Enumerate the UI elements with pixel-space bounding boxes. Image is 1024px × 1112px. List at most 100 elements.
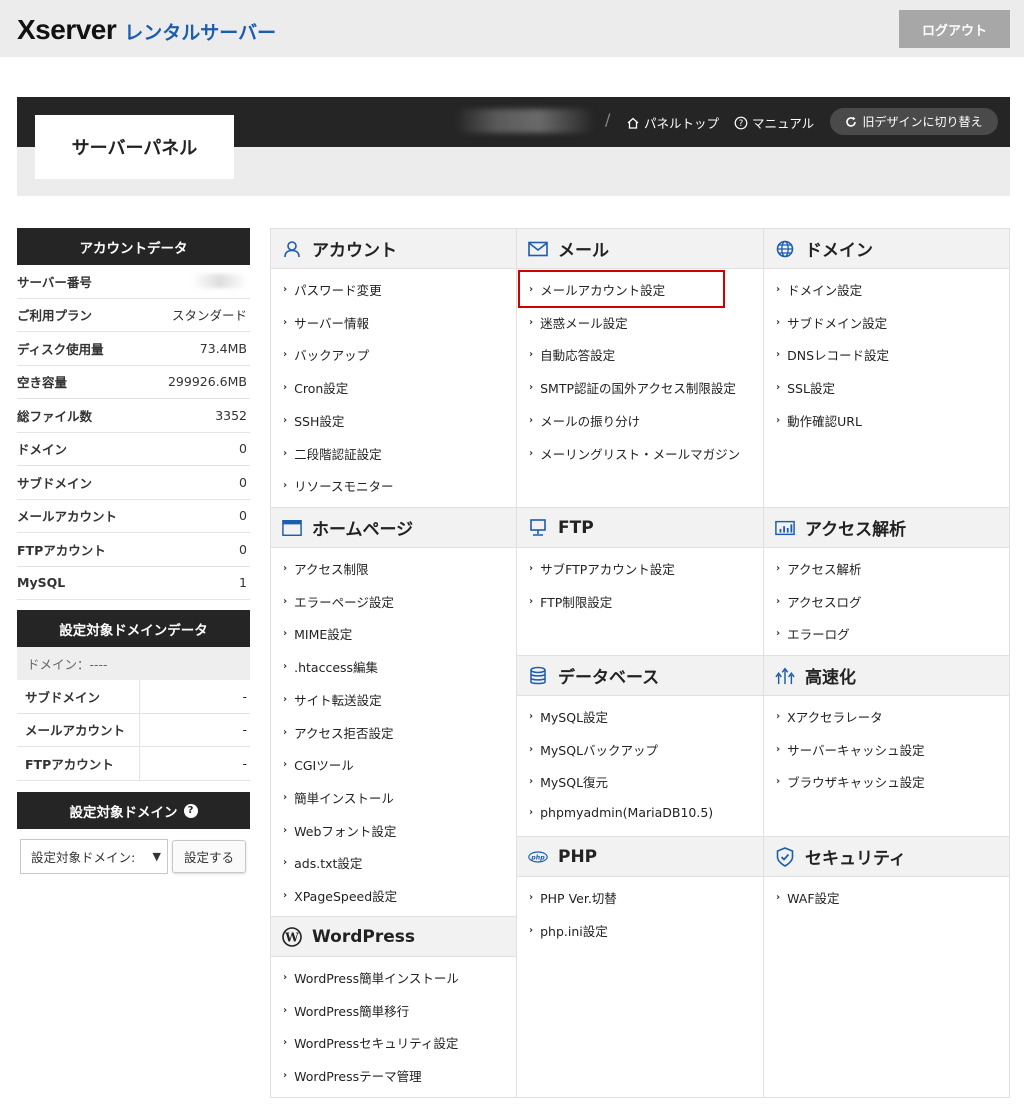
menu-link[interactable]: › SMTP認証の国外アクセス制限設定 xyxy=(529,378,736,397)
menu-link-label: Webフォント設定 xyxy=(294,823,397,839)
menu-link[interactable]: › DNSレコード設定 xyxy=(776,345,889,364)
menu-link[interactable]: › Webフォント設定 xyxy=(283,821,396,840)
menu-link[interactable]: › サーバー情報 xyxy=(283,313,369,332)
section-title-security: セキュリティ xyxy=(805,849,906,869)
menu-link[interactable]: › Cron設定 xyxy=(283,378,348,397)
menu-link[interactable]: › WordPress簡単移行 xyxy=(283,1001,409,1020)
target-domain-select[interactable]: 設定対象ドメイン: ▼ xyxy=(20,839,168,874)
section-header-speed: 高速化 xyxy=(764,656,1009,696)
user-icon xyxy=(282,239,302,259)
menu-link[interactable]: › WordPressセキュリティ設定 xyxy=(283,1033,458,1052)
menu-link[interactable]: › MySQL設定 xyxy=(529,707,608,726)
chevron-right-icon: › xyxy=(776,316,781,328)
menu-link[interactable]: › php.ini設定 xyxy=(529,921,608,940)
account-data-row: FTPアカウント 0 xyxy=(17,533,250,567)
domain-data-value: - xyxy=(139,747,250,780)
account-data-key: MySQL xyxy=(17,575,66,591)
menu-link[interactable]: › SSL設定 xyxy=(776,378,835,397)
chevron-right-icon: › xyxy=(776,563,781,574)
logo-main-text: Xserver xyxy=(17,14,117,45)
logout-button[interactable]: ログアウト xyxy=(899,10,1010,48)
menu-link[interactable]: › 簡単インストール xyxy=(283,788,394,807)
menu-link[interactable]: › SSH設定 xyxy=(283,411,344,430)
menu-link[interactable]: › Xアクセラレータ xyxy=(776,707,883,726)
menu-link[interactable]: › アクセスログ xyxy=(776,592,862,611)
menu-link[interactable]: › CGIツール xyxy=(283,755,354,774)
menu-link[interactable]: › .htaccess編集 xyxy=(283,657,378,676)
menu-link[interactable]: › サブドメイン設定 xyxy=(776,313,887,332)
question-circle-icon: ? xyxy=(734,116,748,129)
menu-link[interactable]: › XPageSpeed設定 xyxy=(283,886,397,905)
domain-data-row: メールアカウント - xyxy=(17,713,250,747)
menu-link[interactable]: › phpmyadmin(MariaDB10.5) xyxy=(529,805,713,820)
menu-link[interactable]: › バックアップ xyxy=(283,345,369,364)
help-icon[interactable]: ? xyxy=(183,803,198,818)
menu-link[interactable]: › ブラウザキャッシュ設定 xyxy=(776,772,925,791)
menu-link-label: ads.txt設定 xyxy=(294,856,363,872)
menu-link[interactable]: › WordPressテーマ管理 xyxy=(283,1066,422,1085)
menu-link-label: メールの振り分け xyxy=(540,413,641,429)
set-domain-button[interactable]: 設定する xyxy=(172,840,246,873)
menu-link-label: サーバーキャッシュ設定 xyxy=(787,742,925,758)
menu-link[interactable]: › アクセス解析 xyxy=(776,559,862,578)
menu-link[interactable]: › PHP Ver.切替 xyxy=(529,888,617,907)
menu-link[interactable]: › 自動応答設定 xyxy=(529,345,615,364)
menu-link[interactable]: › アクセス制限 xyxy=(283,559,369,578)
account-data-row: サブドメイン 0 xyxy=(17,466,250,500)
menu-link[interactable]: › メールの振り分け xyxy=(529,411,640,430)
menu-link-label: FTP制限設定 xyxy=(540,594,613,610)
menu-link[interactable]: › 迷惑メール設定 xyxy=(529,313,628,332)
section-title-analytics: アクセス解析 xyxy=(805,520,907,540)
chevron-down-icon: ▼ xyxy=(152,850,161,863)
section-title-php: PHP xyxy=(558,846,598,867)
menu-link[interactable]: › エラーページ設定 xyxy=(283,592,394,611)
menu-link[interactable]: › FTP制限設定 xyxy=(529,592,612,611)
menu-link[interactable]: › 動作確認URL xyxy=(776,411,862,430)
chevron-right-icon: › xyxy=(283,480,288,492)
menu-link[interactable]: › エラーログ xyxy=(776,624,850,643)
menu-link-label: エラーページ設定 xyxy=(294,594,394,610)
chevron-right-icon: › xyxy=(283,563,288,574)
menu-link-label: ドメイン設定 xyxy=(787,283,863,298)
chevron-right-icon: › xyxy=(283,1037,288,1049)
menu-link[interactable]: › サブFTPアカウント設定 xyxy=(529,559,675,578)
highlight-box xyxy=(518,270,725,308)
menu-link[interactable]: › パスワード変更 xyxy=(283,280,382,299)
xserver-logo[interactable]: Xserver レンタルサーバー xyxy=(17,14,276,46)
menu-link[interactable]: › アクセス拒否設定 xyxy=(283,723,394,742)
menu-link-label: MIME設定 xyxy=(294,627,353,643)
manual-link[interactable]: ? マニュアル xyxy=(734,113,814,132)
menu-link[interactable]: › サイト転送設定 xyxy=(283,690,382,709)
menu-link[interactable]: › MySQL復元 xyxy=(529,772,608,791)
section-header-php: php PHP xyxy=(517,837,763,877)
menu-link[interactable]: › MIME設定 xyxy=(283,624,352,643)
chevron-right-icon: › xyxy=(776,776,781,788)
account-data-key: FTPアカウント xyxy=(17,542,106,558)
domain-data-value: - xyxy=(139,713,250,746)
wordpress-icon: W xyxy=(282,926,302,947)
menu-link[interactable]: › WordPress簡単インストール xyxy=(283,968,459,987)
menu-link[interactable]: › メーリングリスト・メールマガジン xyxy=(529,444,740,463)
svg-text:?: ? xyxy=(739,119,744,129)
menu-link[interactable]: › サーバーキャッシュ設定 xyxy=(776,740,925,759)
menu-link-label: XPageSpeed設定 xyxy=(294,889,398,904)
menu-link-label: 迷惑メール設定 xyxy=(540,315,628,331)
target-domain-title: 設定対象ドメイン xyxy=(69,804,178,821)
menu-link[interactable]: › WAF設定 xyxy=(776,888,840,907)
menu-link[interactable]: › 二段階認証設定 xyxy=(283,444,382,463)
svg-text:php: php xyxy=(530,854,545,861)
menu-link[interactable]: › ドメイン設定 xyxy=(776,280,862,299)
chevron-right-icon: › xyxy=(529,414,534,426)
chevron-right-icon: › xyxy=(283,447,288,459)
menu-link[interactable]: › ads.txt設定 xyxy=(283,853,362,872)
database-icon xyxy=(528,666,548,686)
menu-link[interactable]: › リソースモニター xyxy=(283,476,394,495)
panel-top-link[interactable]: パネルトップ xyxy=(626,113,719,132)
chevron-right-icon: › xyxy=(283,382,288,394)
section-header-homepage: ホームページ xyxy=(271,508,516,548)
menu-link[interactable]: › MySQLバックアップ xyxy=(529,740,658,759)
old-design-button[interactable]: 旧デザインに切り替え xyxy=(830,108,998,135)
menu-link-label: CGIツール xyxy=(294,758,354,774)
domain-data-row: サブドメイン - xyxy=(17,680,250,714)
globe-icon xyxy=(775,239,795,259)
